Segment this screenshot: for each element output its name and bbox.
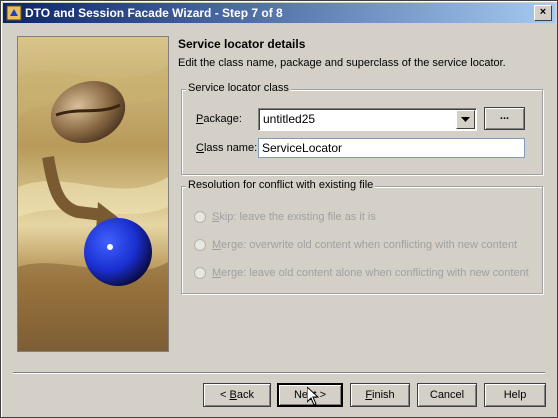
radio-button[interactable] xyxy=(194,267,206,279)
close-button[interactable]: × xyxy=(534,5,552,21)
package-combobox[interactable]: untitled25 xyxy=(258,108,477,131)
radio-merge-keep-label: Merge: leave old content alone when conf… xyxy=(212,267,529,279)
wizard-illustration xyxy=(17,36,169,352)
cancel-button[interactable]: Cancel xyxy=(417,383,477,407)
back-button[interactable]: < Back xyxy=(203,383,271,407)
class-name-field[interactable]: ServiceLocator xyxy=(258,138,525,158)
wizard-dialog: DTO and Session Facade Wizard - Step 7 o… xyxy=(0,0,558,418)
radio-merge-overwrite-label: Merge: overwrite old content when confli… xyxy=(212,239,518,251)
title-bar[interactable]: DTO and Session Facade Wizard - Step 7 o… xyxy=(3,3,555,23)
window-title: DTO and Session Facade Wizard - Step 7 o… xyxy=(25,6,283,20)
class-name-value: ServiceLocator xyxy=(262,141,343,155)
page-heading: Service locator details xyxy=(178,37,306,51)
mouse-pointer-icon xyxy=(306,385,320,409)
conflict-group-title: Resolution for conflict with existing fi… xyxy=(186,179,376,191)
package-dropdown-button[interactable] xyxy=(456,110,475,129)
help-button[interactable]: Help xyxy=(484,383,546,407)
radio-button[interactable] xyxy=(194,211,206,223)
browse-package-button[interactable]: ... xyxy=(484,107,525,130)
wizard-app-icon xyxy=(6,5,22,21)
radio-skip-label: Skip: leave the existing file as it is xyxy=(212,211,376,223)
footer-separator xyxy=(13,372,545,374)
package-value: untitled25 xyxy=(263,112,316,126)
finish-button[interactable]: Finish xyxy=(350,383,410,407)
package-label: Package: xyxy=(196,113,242,125)
service-locator-group: Service locator class xyxy=(181,82,543,175)
class-name-label: Class name: xyxy=(196,142,258,154)
page-description: Edit the class name, package and supercl… xyxy=(178,57,506,69)
service-locator-group-title: Service locator class xyxy=(186,82,291,94)
radio-button[interactable] xyxy=(194,239,206,251)
